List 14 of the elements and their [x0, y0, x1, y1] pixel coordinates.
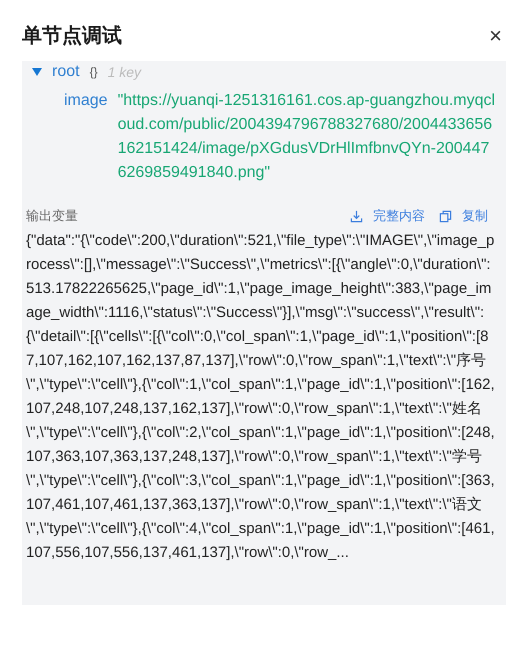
download-icon	[350, 210, 363, 222]
caret-icon[interactable]	[32, 67, 42, 77]
tree-key: image	[64, 89, 108, 185]
type-label: {}	[90, 65, 98, 79]
tree-key: root	[52, 63, 80, 81]
output-label: 输出变量	[26, 207, 78, 225]
dialog-title: 单节点调试	[22, 24, 122, 49]
close-button[interactable]: ×	[485, 22, 506, 48]
key-count: 1 key	[108, 64, 142, 80]
copy-button[interactable]: 复制	[439, 207, 488, 225]
output-text: {"data":"{\"code\":200,\"duration\":521,\"file_type\":\"IMAGE\",\"image_process\":[],\"message\":\"Success\",\"metrics\":[{\"angle\":0,\"duration\":513.17822265625,\"page_id\":1,\"page_image_height\":383,\"page_image_width\":1116,\"status\":\"Success\"}],\"msg\":\"success\",\"result\":{\"detail\":[{\"cells\":[{\"col\":0,\"col_span\":1,\"page_id\":1,\"position\":[87,107,162,107,162,137,87,137],\"row\":0,\"row_span\":1,\"text\":\"序号\",\"type\":\"cell\"},{\"col\":1,\"col_span\":1,\"page_id\":1,\"position\":[162,107,248,107,248,137,162,137],\"row\":0,\"row_span\":1,\"text\":\"姓名\",\"type\":\"cell\"},{\"col\":2,\"col_span\":1,\"page_id\":1,\"position\":[248,107,363,107,363,137,248,137],\"row\":0,\"row_span\":1,\"text\":\"学号\",\"type\":\"cell\"},{\"col\":3,\"col_span\":1,\"page_id\":1,\"position\":[363,107,461,107,461,137,363,137],\"row\":0,\"row_span\":1,\"text\":\"语文\",\"type\":\"cell\"},{\"col\":4,\"col_span\":1,\"page_id\":1,\"position\":[461,107,556,107,556,137,461,137],\"row\":0,\"row_...	[26, 231, 496, 563]
copy-icon	[439, 210, 452, 222]
tree-value: "https://yuanqi-1251316161.cos.ap-guangzhou.myqcloud.com/public/2004394796788327680/2004433656162151424/image/pXGdusVDrHlImfbnvQYn-2004476269859491840.png"	[118, 91, 496, 183]
full-content-link[interactable]: 完整内容	[350, 207, 425, 225]
